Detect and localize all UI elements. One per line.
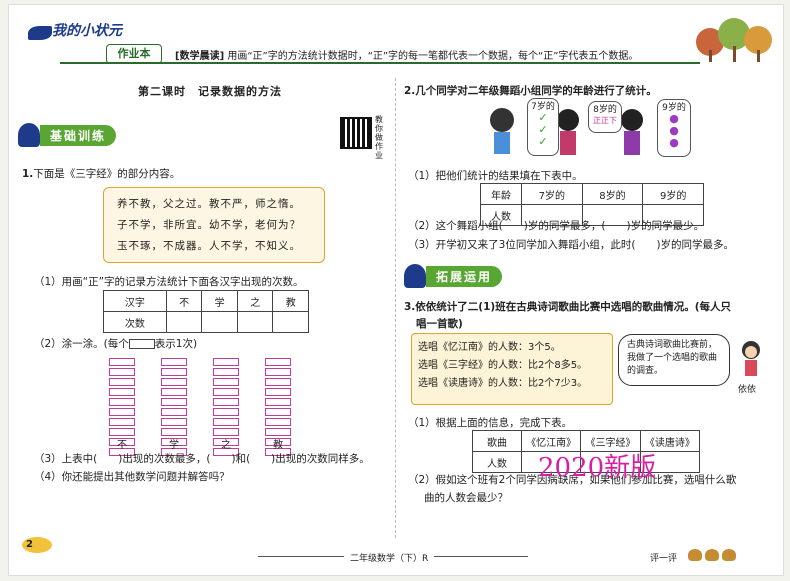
student-icon <box>18 123 40 147</box>
question-3: 3.依依统计了二(1)班在古典诗词歌曲比赛中选唱的歌曲情况。(每人只 <box>404 301 731 313</box>
answer-cell[interactable] <box>201 311 238 333</box>
column-divider <box>395 78 397 538</box>
table-header: 学 <box>201 290 238 312</box>
q2-sub2: （2）这个舞蹈小组( )岁的同学最多，( )岁的同学最少。 <box>408 220 705 232</box>
q1-sub3: （3）上表中( )出现的次数最多，( )和( )出现的次数同样多。 <box>34 453 370 465</box>
rating-icon[interactable] <box>722 549 736 561</box>
rating-icons[interactable] <box>688 546 739 565</box>
poem-line: 养不教，父之过。教不严，师之惰。 <box>117 198 301 210</box>
q1-sub1: （1）用画“正”字的记录方法统计下面各汉字出现的次数。 <box>34 276 304 288</box>
bubble-age-7: 7岁的 ✓ ✓ ✓ <box>527 98 559 156</box>
speech-bubble: 古典诗词歌曲比赛前，我做了一个选唱的歌曲的调查。 <box>618 334 730 386</box>
q3-sub2-cont: 曲的人数会最少？ <box>424 492 508 504</box>
student-icon <box>404 264 426 288</box>
table-header: 7岁的 <box>521 183 583 205</box>
char-count-table: 汉字 不 学 之 教 次数 <box>103 290 309 333</box>
q3-sub1: （1）根据上面的信息，完成下表。 <box>408 417 573 429</box>
table-header: 9岁的 <box>642 183 704 205</box>
qr-label: 教你做作业 <box>375 115 383 160</box>
qr-code-icon[interactable] <box>340 117 372 149</box>
info-line: 选唱《三字经》的人数：比2个8多5。 <box>418 360 588 371</box>
rating-icon[interactable] <box>705 549 719 561</box>
table-header: 不 <box>165 290 203 312</box>
bird-logo-icon <box>28 26 52 40</box>
tally-label: 教 <box>273 440 283 451</box>
bubble-age-8: 8岁的 正正下 <box>588 101 622 133</box>
watermark: 2020新版 <box>538 453 657 483</box>
header-rule <box>60 62 700 64</box>
question-1: 1.下面是《三字经》的部分内容。 <box>22 168 181 180</box>
homework-badge: 作业本 <box>106 44 162 64</box>
morning-read: [数学晨读] 用画“正”字的方法统计数据时，“正”字的每一笔都代表一个数据，每个… <box>175 51 639 62</box>
tally-label: 学 <box>169 440 179 451</box>
table-row-label: 人数 <box>472 451 522 473</box>
info-box: 选唱《忆江南》的人数：3个5。 选唱《三字经》的人数：比2个8多5。 选唱《读唐… <box>411 333 613 405</box>
legend-cell <box>128 339 155 349</box>
section-extended-application: 拓展运用 <box>404 264 503 288</box>
answer-cell[interactable] <box>165 311 203 333</box>
trees-icon <box>696 18 772 62</box>
table-header: 8岁的 <box>581 183 644 205</box>
rate-label: 评一评 <box>650 554 678 564</box>
tally-label: 之 <box>221 440 231 451</box>
q1-sub2: （2）涂一涂。(每个 表示1次) <box>34 338 198 350</box>
info-line: 选唱《忆江南》的人数：3个5。 <box>418 342 561 353</box>
question-3-cont: 唱一首歌) <box>416 318 463 330</box>
section-label: 基础训练 <box>40 124 117 146</box>
poem-line: 子不学，非所宜。幼不学，老何为？ <box>117 219 301 231</box>
poem-line: 玉不琢，不成器。人不学，不知义。 <box>117 240 301 252</box>
q2-sub3: （3）开学初又来了3位同学加入舞蹈小组，此时( )岁的同学最多。 <box>408 239 735 251</box>
table-header: 汉字 <box>103 290 167 312</box>
info-line: 选唱《读唐诗》的人数：比2个7少3。 <box>418 378 588 389</box>
footer-text: 二年级数学（下）R <box>344 551 435 564</box>
girl-icon <box>742 341 760 376</box>
kids-illustration <box>490 108 643 155</box>
table-header: 年龄 <box>480 183 522 205</box>
bubble-age-9: 9岁的 ● ● ● <box>657 99 691 157</box>
page-number: 2 <box>26 539 33 550</box>
table-header: 之 <box>236 290 274 312</box>
answer-cell[interactable] <box>272 311 309 333</box>
table-header: 歌曲 <box>472 430 522 452</box>
table-header: 教 <box>272 290 309 312</box>
girl-name: 依依 <box>738 385 757 395</box>
answer-cell[interactable] <box>236 311 274 333</box>
rating-icon[interactable] <box>688 549 702 561</box>
tally-label: 不 <box>117 440 127 451</box>
q1-sub4: （4）你还能提出其他数学问题并解答吗？ <box>34 471 230 483</box>
q2-sub1: （1）把他们统计的结果填在下表中。 <box>408 170 583 182</box>
logo: 我的小状元 <box>52 23 122 39</box>
section-basic-training: 基础训练 <box>18 123 117 147</box>
table-row-label: 次数 <box>103 311 167 333</box>
poem-box: 养不教，父之过。教不严，师之惰。 子不学，非所宜。幼不学，老何为？ 玉不琢，不成… <box>103 187 325 263</box>
lesson-title: 第二课时 记录数据的方法 <box>138 85 282 98</box>
question-2: 2.几个同学对二年级舞蹈小组同学的年龄进行了统计。 <box>404 85 657 97</box>
section-label: 拓展运用 <box>426 265 503 287</box>
